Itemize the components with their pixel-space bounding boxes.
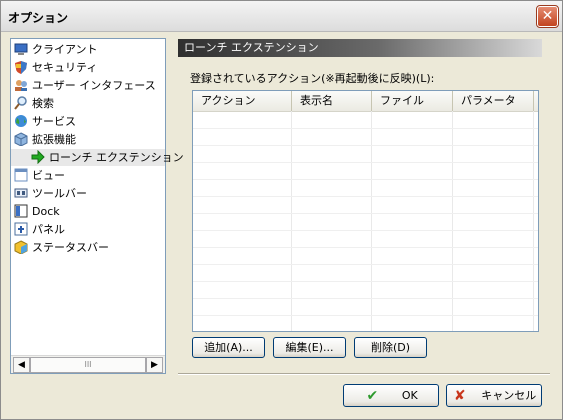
grid-row-line: [193, 230, 538, 231]
tree-item-label: ローンチ エクステンション: [49, 151, 184, 164]
green-arrow-icon: [31, 149, 45, 165]
shield-icon: [14, 60, 28, 74]
grid-row-line: [193, 247, 538, 248]
close-button[interactable]: ✕: [536, 5, 559, 28]
ok-label: OK: [401, 389, 418, 402]
cube-icon: [14, 240, 28, 255]
cancel-button[interactable]: ✘ キャンセル: [446, 384, 542, 407]
grid-row-line: [193, 315, 538, 316]
tree-item-client[interactable]: クライアント: [14, 41, 98, 58]
tree-item-toolbar[interactable]: ツールバー: [14, 185, 87, 202]
edit-button[interactable]: 編集(E)...: [273, 337, 346, 358]
tree-item-search[interactable]: 検索: [14, 95, 54, 112]
tree-item-label: 検索: [32, 97, 54, 110]
toolbar-icon: [14, 186, 28, 200]
view-icon: [14, 168, 28, 182]
tree-item-label: ツールバー: [32, 187, 87, 200]
tree-horizontal-scrollbar[interactable]: ◀ III ▶: [11, 355, 165, 373]
tree-item-label: 拡張機能: [32, 133, 76, 146]
grid-row-line: [193, 145, 538, 146]
tree-item-label: ステータスバー: [32, 241, 109, 254]
tree-item-panel[interactable]: パネル: [14, 221, 65, 238]
tree-item-security[interactable]: セキュリティ: [14, 59, 97, 76]
tree-item-label: Dock: [32, 205, 60, 218]
tree-item-statusbar[interactable]: ステータスバー: [14, 239, 109, 256]
grid-row-line: [193, 128, 538, 129]
tree-item-launch-extension[interactable]: ローンチ エクステンション: [11, 149, 184, 166]
scroll-left-button[interactable]: ◀: [13, 357, 30, 373]
users-icon: [14, 78, 28, 92]
title-bar[interactable]: オプション ✕: [1, 1, 562, 32]
tree-item-label: クライアント: [32, 43, 98, 56]
separator: [178, 373, 550, 375]
tree-item-user-interface[interactable]: ユーザー インタフェース: [14, 77, 156, 94]
dock-icon: [14, 204, 28, 218]
grid-row-line: [193, 162, 538, 163]
grid-row-line: [193, 196, 538, 197]
tree-item-dock[interactable]: Dock: [14, 203, 60, 220]
column-header-display-name[interactable]: 表示名: [292, 91, 372, 111]
tree-item-service[interactable]: サービス: [14, 113, 76, 130]
listview-header: アクション 表示名 ファイル パラメータ: [193, 91, 538, 112]
add-button[interactable]: 追加(A)...: [192, 337, 265, 358]
actions-listview[interactable]: アクション 表示名 ファイル パラメータ: [192, 90, 539, 332]
cancel-x-icon: ✘: [453, 388, 466, 404]
tree-item-label: サービス: [32, 115, 76, 128]
close-icon: ✕: [541, 8, 554, 24]
options-tree[interactable]: クライアント セキュリティ ユーザー インタフェース 検索 サービス 拡張機能 …: [10, 38, 184, 374]
scroll-thumb-grip: III: [84, 360, 92, 369]
monitor-icon: [14, 42, 28, 56]
grid-row-line: [193, 179, 538, 180]
ok-button[interactable]: ✔ OK: [343, 384, 439, 407]
grid-row-line: [193, 281, 538, 282]
tree-item-label: ビュー: [32, 169, 65, 182]
search-icon: [14, 96, 28, 110]
tree-item-view[interactable]: ビュー: [14, 167, 65, 184]
scroll-right-button[interactable]: ▶: [146, 357, 163, 373]
window-title: オプション: [8, 11, 69, 25]
globe-icon: [14, 114, 28, 128]
column-header-parameter[interactable]: パラメータ: [453, 91, 534, 111]
box-icon: [14, 132, 28, 147]
options-dialog: オプション ✕ クライアント セキュリティ ユーザー インタフェース 検索 サー…: [0, 0, 563, 420]
actions-list-label: 登録されているアクション(※再起動後に反映)(L):: [190, 72, 435, 85]
tree-item-label: セキュリティ: [32, 61, 98, 74]
column-header-file[interactable]: ファイル: [372, 91, 453, 111]
delete-button[interactable]: 削除(D): [354, 337, 427, 358]
tree-item-label: ユーザー インタフェース: [32, 79, 156, 92]
tree-item-label: パネル: [32, 223, 65, 236]
grid-row-line: [193, 298, 538, 299]
grid-row-line: [193, 213, 538, 214]
panel-header: ローンチ エクステンション: [178, 39, 542, 57]
tree-item-extensions[interactable]: 拡張機能: [14, 131, 76, 148]
column-header-action[interactable]: アクション: [193, 91, 292, 111]
scroll-thumb[interactable]: III: [30, 357, 146, 373]
cancel-label: キャンセル: [481, 389, 537, 402]
checkmark-icon: ✔: [366, 388, 379, 404]
grid-row-line: [193, 264, 538, 265]
panel-icon: [14, 222, 28, 236]
